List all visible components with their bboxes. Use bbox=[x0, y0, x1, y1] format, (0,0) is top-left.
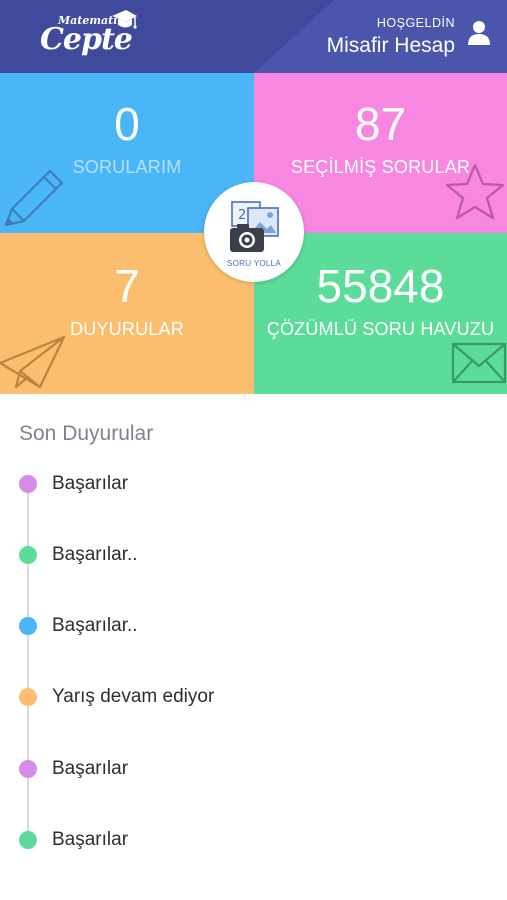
announcement-item[interactable]: Başarılar bbox=[0, 464, 507, 504]
announcement-item[interactable]: Başarılar bbox=[0, 820, 507, 860]
user-icon[interactable] bbox=[467, 20, 491, 46]
send-question-label: SORU YOLLA bbox=[227, 259, 281, 268]
announcement-item[interactable]: Başarılar bbox=[0, 749, 507, 789]
star-icon bbox=[445, 163, 505, 220]
svg-text:2: 2 bbox=[238, 208, 246, 223]
solved-pool-label: ÇÖZÜMLÜ SORU HAVUZU bbox=[266, 319, 495, 339]
welcome-text: HOŞGELDİN bbox=[376, 16, 455, 30]
pencil-icon bbox=[4, 169, 64, 227]
selected-questions-count: 87 bbox=[354, 98, 407, 150]
announcement-text: Başarılar bbox=[52, 473, 129, 494]
paper-plane-icon bbox=[0, 335, 66, 389]
app-logo[interactable]: Matematik Cepte bbox=[40, 8, 140, 64]
timeline-dot bbox=[19, 760, 37, 778]
camera-photo-icon: 2 bbox=[230, 201, 279, 252]
user-name: Misafir Hesap bbox=[326, 34, 455, 57]
timeline-dot bbox=[19, 688, 37, 706]
announcement-text: Yarış devam ediyor bbox=[52, 686, 215, 707]
timeline-dot bbox=[19, 831, 37, 849]
announcement-item[interactable]: Başarılar.. bbox=[0, 606, 507, 646]
timeline-dot bbox=[19, 546, 37, 564]
send-question-button[interactable]: 2 SORU YOLLA bbox=[204, 182, 304, 282]
announcement-item[interactable]: Yarış devam ediyor bbox=[0, 677, 507, 717]
timeline-dot bbox=[19, 617, 37, 635]
my-questions-count: 0 bbox=[114, 98, 140, 150]
app-header: Matematik Cepte HOŞGELDİN Misafir Hesap bbox=[0, 0, 507, 73]
timeline-dot bbox=[19, 475, 37, 493]
recent-announcements-title: Son Duyurular bbox=[19, 422, 154, 445]
announcement-text: Başarılar.. bbox=[52, 544, 138, 565]
graduation-cap-icon bbox=[112, 10, 137, 29]
announcement-item[interactable]: Başarılar.. bbox=[0, 535, 507, 575]
announcement-text: Başarılar.. bbox=[52, 615, 138, 636]
envelope-icon bbox=[451, 342, 507, 384]
announcement-text: Başarılar bbox=[52, 758, 129, 779]
announcement-text: Başarılar bbox=[52, 829, 129, 850]
